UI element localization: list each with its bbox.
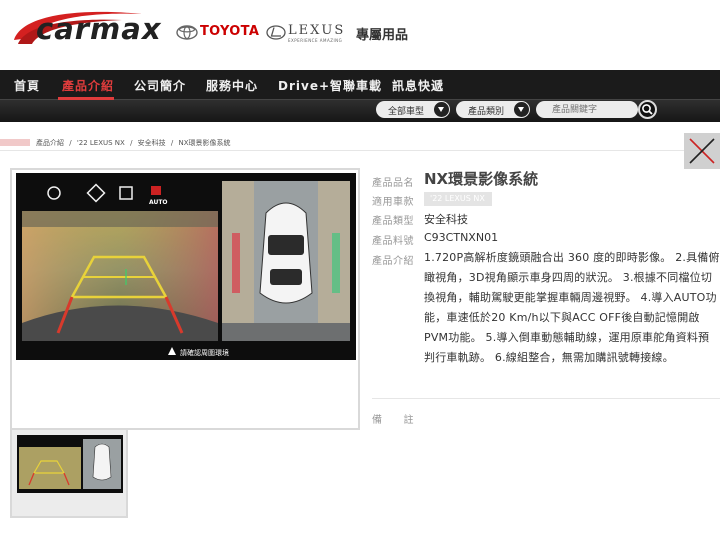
page: carmax TOYOTA LEXUS EXPERIENCE AMAZING 專…: [0, 0, 720, 538]
toyota-brand: TOYOTA: [200, 24, 260, 39]
main-nav: 首頁 產品介紹 公司簡介 服務中心 Drive+智聯車載 訊息快遞: [0, 70, 720, 100]
keyword-search-input[interactable]: [536, 101, 638, 118]
lexus-tagline: EXPERIENCE AMAZING: [288, 38, 343, 43]
breadcrumb-separator: /: [130, 139, 133, 147]
chevron-down-icon: [434, 102, 449, 117]
product-image-frame: AUTO 請確認周圍環境: [10, 168, 360, 430]
nav-item-service[interactable]: 服務中心: [206, 77, 258, 94]
site-header: carmax TOYOTA LEXUS EXPERIENCE AMAZING 專…: [0, 0, 720, 66]
intro-label: 產品介紹: [372, 256, 414, 267]
product-name-label: 產品品名: [372, 178, 414, 189]
category-select[interactable]: 產品類別: [456, 101, 530, 118]
nav-item-home[interactable]: 首頁: [14, 77, 40, 94]
nav-item-news[interactable]: 訊息快遞: [392, 77, 444, 94]
product-name: NX環景影像系統: [424, 170, 539, 188]
toyota-emblem-icon: [176, 25, 198, 40]
model-select[interactable]: 全部車型: [376, 101, 450, 118]
carmax-logo-text[interactable]: carmax: [36, 12, 162, 46]
breadcrumb-divider: [0, 150, 720, 151]
model-label: 適用車款: [372, 197, 414, 208]
header-tagline: 專屬用品: [356, 28, 409, 43]
model-select-value: 全部車型: [388, 107, 425, 117]
notes-label: 備 註: [372, 415, 414, 426]
search-button[interactable]: [638, 100, 657, 119]
search-icon: [642, 104, 653, 115]
nav-item-products[interactable]: 產品介紹: [62, 77, 114, 94]
breadcrumb-category[interactable]: 安全科技: [138, 139, 166, 147]
part-number: C93CTNXN01: [424, 231, 499, 244]
model-badge[interactable]: '22 LEXUS NX: [424, 192, 492, 206]
breadcrumb-products[interactable]: 產品介紹: [36, 139, 64, 147]
lexus-brand: LEXUS: [288, 23, 346, 38]
breadcrumb-current: NX環景影像系統: [178, 139, 231, 147]
breadcrumb-model[interactable]: '22 LEXUS NX: [77, 139, 125, 147]
auto-label: AUTO: [149, 199, 168, 206]
thumbnail-image[interactable]: [17, 435, 123, 493]
thumbnail-frame[interactable]: [10, 428, 128, 518]
breadcrumb-separator: /: [170, 139, 174, 147]
section-divider: [372, 398, 720, 399]
breadcrumb-separator: /: [69, 139, 72, 147]
breadcrumb-accent: [0, 139, 30, 146]
nav-item-about[interactable]: 公司簡介: [134, 77, 186, 94]
type-label: 產品類型: [372, 216, 414, 227]
lexus-emblem-icon: [266, 25, 286, 40]
chevron-down-icon: [514, 102, 529, 117]
product-type: 安全科技: [424, 213, 468, 226]
part-number-label: 產品料號: [372, 236, 414, 247]
breadcrumb: 產品介紹 / '22 LEXUS NX / 安全科技 / NX環景影像系統: [36, 138, 234, 148]
close-icon: [689, 138, 715, 164]
nav-item-drive-plus[interactable]: Drive+智聯車載: [278, 77, 382, 94]
warning-text: 請確認周圍環境: [180, 348, 229, 357]
product-image[interactable]: AUTO 請確認周圍環境: [16, 173, 356, 360]
close-button[interactable]: [684, 133, 720, 169]
category-select-value: 產品類別: [468, 107, 505, 117]
product-description: 1.720P高解析度鏡頭融合出 360 度的即時影像。 2.具備俯瞰視角，3D視…: [424, 251, 720, 364]
